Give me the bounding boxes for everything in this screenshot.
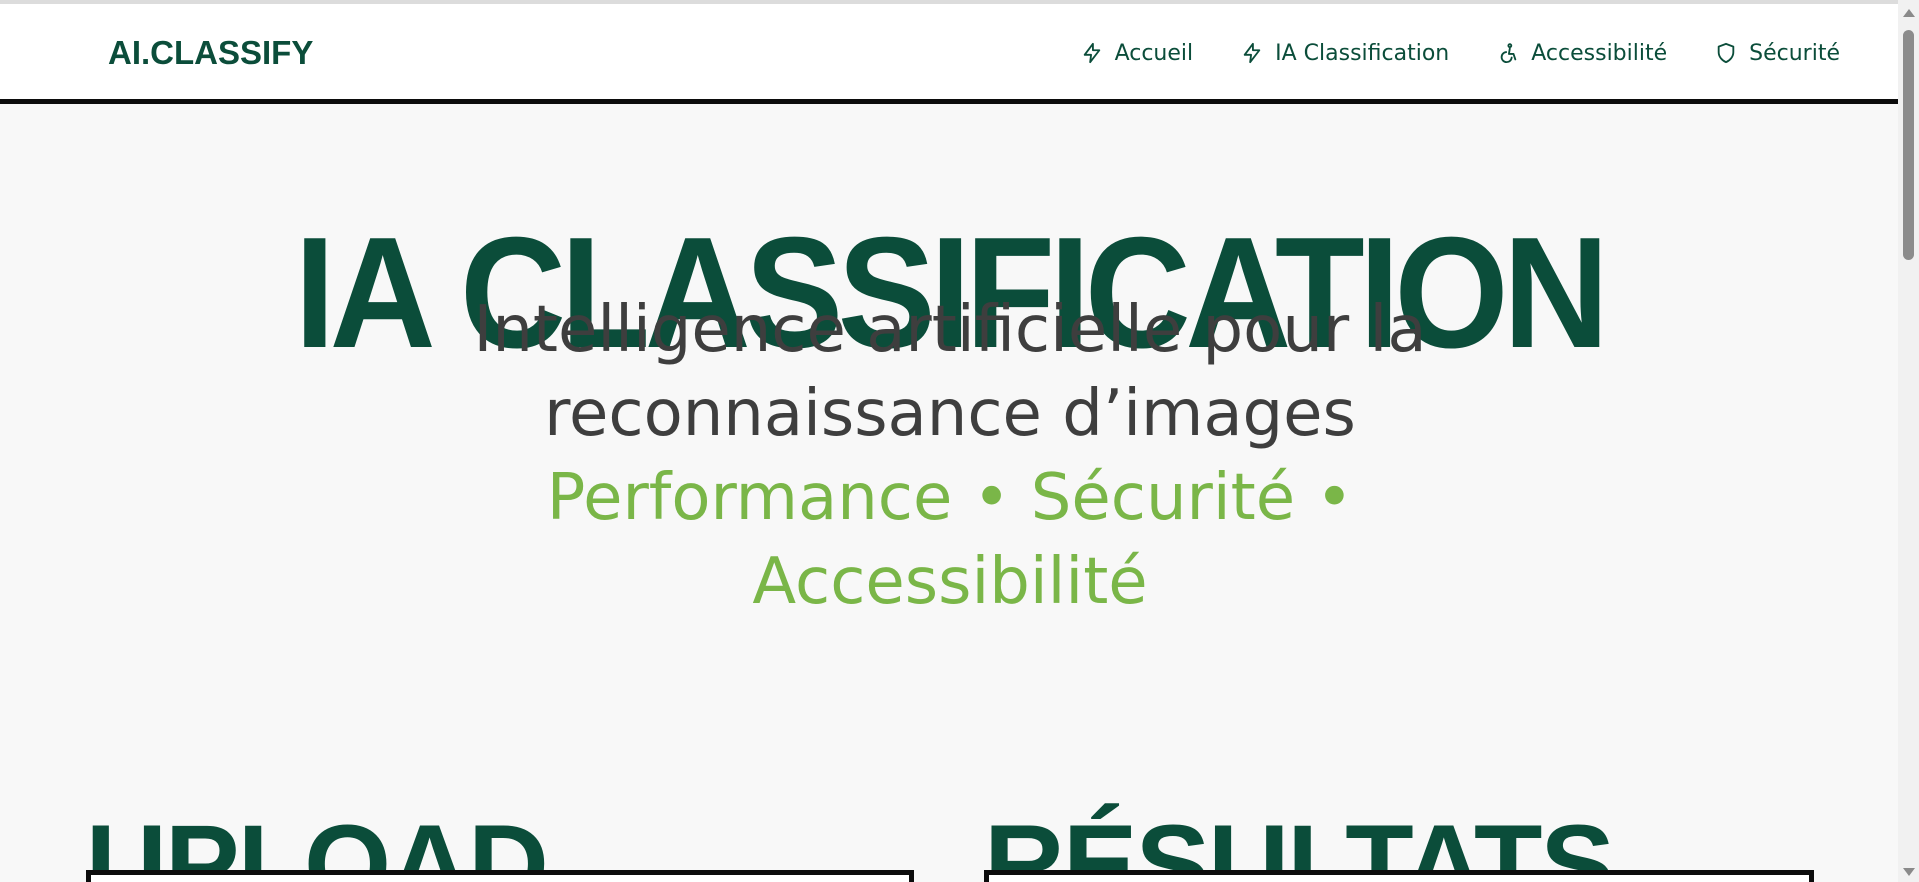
bolt-icon	[1079, 40, 1105, 66]
nav-item-securite[interactable]: Sécurité	[1713, 40, 1840, 66]
nav-item-label: Sécurité	[1749, 40, 1840, 66]
scrollbar-thumb[interactable]	[1903, 30, 1914, 260]
vertical-scrollbar[interactable]	[1898, 0, 1919, 882]
wheelchair-icon	[1495, 40, 1521, 66]
hero-subtitle: Intelligence artificielle pour la reconn…	[473, 293, 1427, 451]
site-header: AI.CLASSIFY Accueil IA Classification Ac…	[0, 4, 1898, 104]
main-nav: Accueil IA Classification Accessibilité …	[1033, 40, 1840, 66]
page: AI.CLASSIFY Accueil IA Classification Ac…	[0, 0, 1919, 882]
scroll-up-arrow-icon[interactable]	[1903, 9, 1915, 17]
shield-icon	[1713, 40, 1739, 66]
brand-logo[interactable]: AI.CLASSIFY	[108, 34, 313, 72]
scroll-down-arrow-icon[interactable]	[1903, 868, 1915, 876]
nav-item-label: Accueil	[1114, 40, 1194, 66]
bolt-icon	[1239, 40, 1265, 66]
upload-panel[interactable]	[86, 870, 914, 882]
nav-item-label: IA Classification	[1275, 40, 1450, 66]
nav-item-ia-classification[interactable]: IA Classification	[1239, 40, 1449, 66]
nav-item-accueil[interactable]: Accueil	[1079, 40, 1194, 66]
nav-item-label: Accessibilité	[1531, 40, 1668, 66]
hero-tagline: Performance • Sécurité • Accessibilité	[546, 461, 1354, 619]
results-panel	[984, 870, 1814, 882]
nav-item-accessibilite[interactable]: Accessibilité	[1495, 40, 1667, 66]
